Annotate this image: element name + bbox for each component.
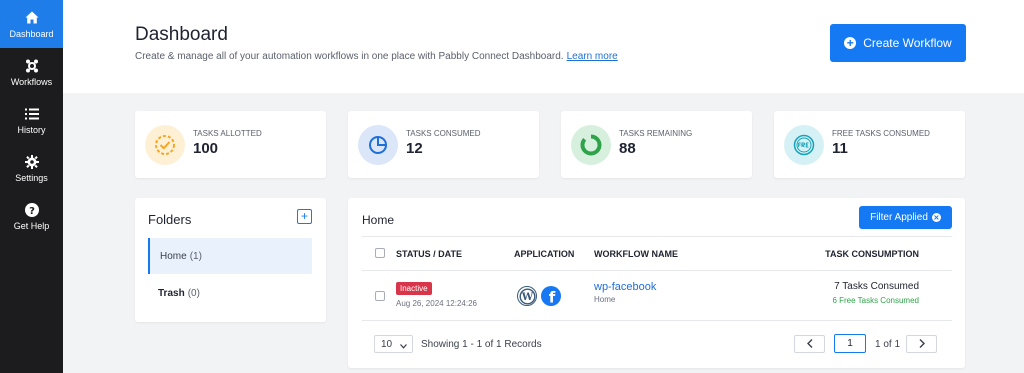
pie-chart-icon bbox=[358, 125, 398, 165]
folder-count: (0) bbox=[187, 287, 200, 299]
chevron-left-icon bbox=[806, 335, 813, 353]
sidebar-item-label: Workflows bbox=[10, 76, 53, 87]
page-header: Dashboard Create & manage all of your au… bbox=[63, 0, 1024, 93]
chevron-right-icon bbox=[919, 335, 925, 353]
sidebar-item-label: Settings bbox=[15, 172, 48, 183]
column-header-application: APPLICATION bbox=[514, 249, 575, 259]
sidebar-item-workflows[interactable]: Workflows bbox=[0, 48, 63, 96]
stat-card-tasks-allotted: TASKS ALLOTTED 100 bbox=[135, 111, 326, 178]
free-badge-icon bbox=[784, 125, 824, 165]
help-icon: ? bbox=[24, 202, 40, 218]
badge-check-icon bbox=[145, 125, 185, 165]
svg-text:W: W bbox=[520, 292, 533, 303]
create-workflow-label: Create Workflow bbox=[863, 36, 952, 50]
stat-value: 11 bbox=[832, 140, 848, 157]
column-header-status-date: STATUS / DATE bbox=[396, 249, 462, 259]
gear-icon bbox=[24, 154, 40, 170]
per-page-value: 10 bbox=[381, 338, 393, 350]
stat-value: 88 bbox=[619, 140, 636, 157]
home-icon bbox=[24, 10, 40, 26]
learn-more-link[interactable]: Learn more bbox=[567, 51, 618, 62]
filter-applied-button[interactable]: Filter Applied ✕ bbox=[859, 206, 952, 229]
chevron-down-icon bbox=[400, 341, 407, 352]
sidebar-item-settings[interactable]: Settings bbox=[0, 144, 63, 192]
page-number-input[interactable]: 1 bbox=[834, 334, 866, 353]
folders-panel: Folders + Home (1) Trash (0) bbox=[135, 198, 326, 322]
sidebar: Dashboard Workflows History Settings ? G… bbox=[0, 0, 63, 373]
workflow-name-link[interactable]: wp-facebook bbox=[594, 281, 656, 293]
stat-label: FREE TASKS CONSUMED bbox=[832, 129, 930, 138]
facebook-icon: f bbox=[541, 286, 561, 306]
free-tasks-consumed: 6 Free Tasks Consumed bbox=[832, 296, 919, 305]
page-subtitle-text: Create & manage all of your automation w… bbox=[135, 51, 564, 62]
next-page-button[interactable] bbox=[906, 335, 937, 353]
stat-value: 100 bbox=[193, 140, 219, 157]
folder-name: Home bbox=[160, 250, 187, 262]
workflow-date: Aug 26, 2024 12:24:26 bbox=[396, 299, 477, 308]
workflow-folder: Home bbox=[594, 295, 616, 304]
column-header-workflow-name: WORKFLOW NAME bbox=[594, 249, 678, 259]
stat-card-tasks-remaining: TASKS REMAINING 88 bbox=[561, 111, 752, 178]
add-folder-button[interactable]: + bbox=[297, 209, 312, 224]
workflows-panel-title: Home bbox=[362, 213, 395, 227]
sidebar-item-label: Dashboard bbox=[9, 28, 54, 39]
folder-item-trash[interactable]: Trash (0) bbox=[148, 275, 312, 311]
page-subtitle: Create & manage all of your automation w… bbox=[135, 51, 618, 62]
row-checkbox[interactable] bbox=[375, 291, 385, 301]
svg-text:f: f bbox=[549, 289, 556, 307]
sidebar-item-get-help[interactable]: ? Get Help bbox=[0, 192, 63, 240]
sidebar-item-history[interactable]: History bbox=[0, 96, 63, 144]
pagination-info: Showing 1 - 1 of 1 Records bbox=[421, 339, 542, 350]
divider bbox=[362, 236, 952, 237]
ring-progress-icon bbox=[571, 125, 611, 165]
create-workflow-button[interactable]: + Create Workflow bbox=[830, 24, 966, 62]
sidebar-item-label: History bbox=[17, 124, 46, 135]
stat-label: TASKS CONSUMED bbox=[406, 129, 481, 138]
stat-card-free-tasks-consumed: FREE TASKS CONSUMED 11 bbox=[774, 111, 965, 178]
stat-label: TASKS ALLOTTED bbox=[193, 129, 262, 138]
history-icon bbox=[24, 106, 40, 122]
tasks-consumed: 7 Tasks Consumed bbox=[834, 281, 919, 292]
folders-title: Folders bbox=[148, 212, 192, 227]
status-badge: Inactive bbox=[396, 282, 432, 295]
stat-card-tasks-consumed: TASKS CONSUMED 12 bbox=[348, 111, 539, 178]
plus-circle-icon: + bbox=[844, 37, 857, 49]
sidebar-item-dashboard[interactable]: Dashboard bbox=[0, 0, 63, 48]
page-count: 1 of 1 bbox=[875, 339, 901, 350]
stat-value: 12 bbox=[406, 140, 423, 157]
per-page-select[interactable]: 10 bbox=[374, 335, 413, 353]
folder-item-home[interactable]: Home (1) bbox=[148, 238, 312, 274]
sidebar-item-label: Get Help bbox=[13, 220, 50, 231]
page-title: Dashboard bbox=[135, 24, 228, 45]
workflows-icon bbox=[24, 58, 40, 74]
column-header-task-consumption: TASK CONSUMPTION bbox=[825, 249, 919, 259]
plus-icon: + bbox=[300, 209, 308, 223]
previous-page-button[interactable] bbox=[794, 335, 825, 353]
stat-label: TASKS REMAINING bbox=[619, 129, 693, 138]
workflows-panel: Home Filter Applied ✕ STATUS / DATE APPL… bbox=[348, 198, 965, 368]
divider bbox=[362, 320, 952, 321]
select-all-checkbox[interactable] bbox=[375, 248, 385, 258]
wordpress-icon: W bbox=[517, 286, 537, 306]
divider bbox=[362, 270, 952, 271]
folder-name: Trash bbox=[158, 287, 185, 299]
close-circle-icon: ✕ bbox=[931, 213, 941, 222]
svg-text:?: ? bbox=[29, 206, 35, 217]
filter-applied-label: Filter Applied bbox=[870, 212, 928, 223]
folder-count: (1) bbox=[189, 250, 202, 262]
